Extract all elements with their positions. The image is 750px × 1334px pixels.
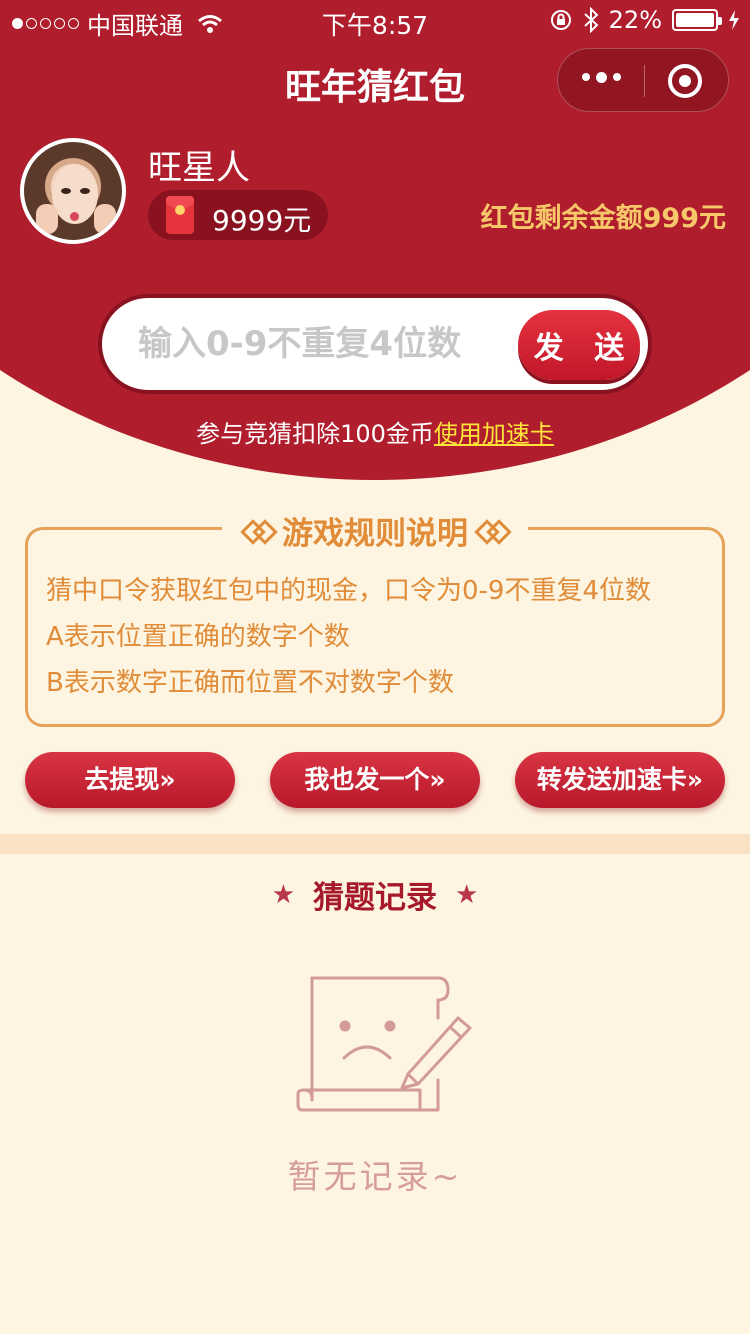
rules-header: 游戏规则说明 xyxy=(222,510,528,552)
balance-amount: 9999元 xyxy=(212,204,312,237)
battery-fill xyxy=(676,13,714,27)
empty-sad-scroll-icon xyxy=(296,976,472,1112)
bluetooth-icon xyxy=(583,7,599,33)
status-bar: 中国联通 下午8:57 22% xyxy=(0,0,750,40)
cost-hint: 参与竞猜扣除100金币使用加速卡 xyxy=(0,414,750,449)
rule-line: A表示位置正确的数字个数 xyxy=(46,622,350,652)
avatar[interactable] xyxy=(20,138,126,244)
battery-percent: 22% xyxy=(608,6,662,34)
records-title: 猜题记录 xyxy=(313,880,437,916)
rotation-lock-icon xyxy=(550,10,571,30)
rules-title: 游戏规则说明 xyxy=(282,515,468,552)
withdraw-button[interactable]: 去提现» xyxy=(25,752,235,808)
status-right: 22% xyxy=(549,6,740,34)
red-envelope-icon xyxy=(166,196,194,234)
empty-records-text: 暂无记录~ xyxy=(287,1157,463,1196)
avatar-mouth xyxy=(70,212,79,221)
avatar-eye xyxy=(61,188,71,194)
close-circle-icon[interactable] xyxy=(668,64,702,98)
guess-input[interactable] xyxy=(138,316,508,372)
star-icon: ★ xyxy=(455,879,479,910)
records-header: ★ 猜题记录 ★ xyxy=(0,872,750,917)
charging-icon xyxy=(729,10,739,30)
username: 旺星人 xyxy=(148,148,250,188)
use-boost-card-link[interactable]: 使用加速卡 xyxy=(434,420,554,448)
avatar-hand xyxy=(36,204,58,234)
star-icon: ★ xyxy=(271,879,295,910)
capsule-divider xyxy=(644,65,645,97)
diamond-ornament-icon xyxy=(244,520,272,540)
guess-input-container: 发 送 xyxy=(98,294,652,394)
forward-boost-card-button[interactable]: 转发送加速卡» xyxy=(515,752,725,808)
rules-box: 猜中口令获取红包中的现金，口令为0-9不重复4位数 A表示位置正确的数字个数 B… xyxy=(25,527,725,727)
battery-icon xyxy=(672,9,722,31)
diamond-ornament-icon xyxy=(478,520,506,540)
avatar-eye xyxy=(80,188,90,194)
remaining-amount: 红包剩余金额999元 xyxy=(480,203,726,234)
send-button[interactable]: 发 送 xyxy=(518,310,640,380)
rule-line: B表示数字正确而位置不对数字个数 xyxy=(46,668,454,698)
avatar-hand xyxy=(94,204,116,234)
cost-hint-text: 参与竞猜扣除100金币 xyxy=(196,420,434,448)
mini-program-capsule xyxy=(557,48,729,112)
section-divider xyxy=(0,834,750,854)
more-icon[interactable] xyxy=(582,71,621,83)
send-one-button[interactable]: 我也发一个» xyxy=(270,752,480,808)
rule-line: 猜中口令获取红包中的现金，口令为0-9不重复4位数 xyxy=(46,576,652,606)
balance-badge: 9999元 xyxy=(148,190,328,240)
